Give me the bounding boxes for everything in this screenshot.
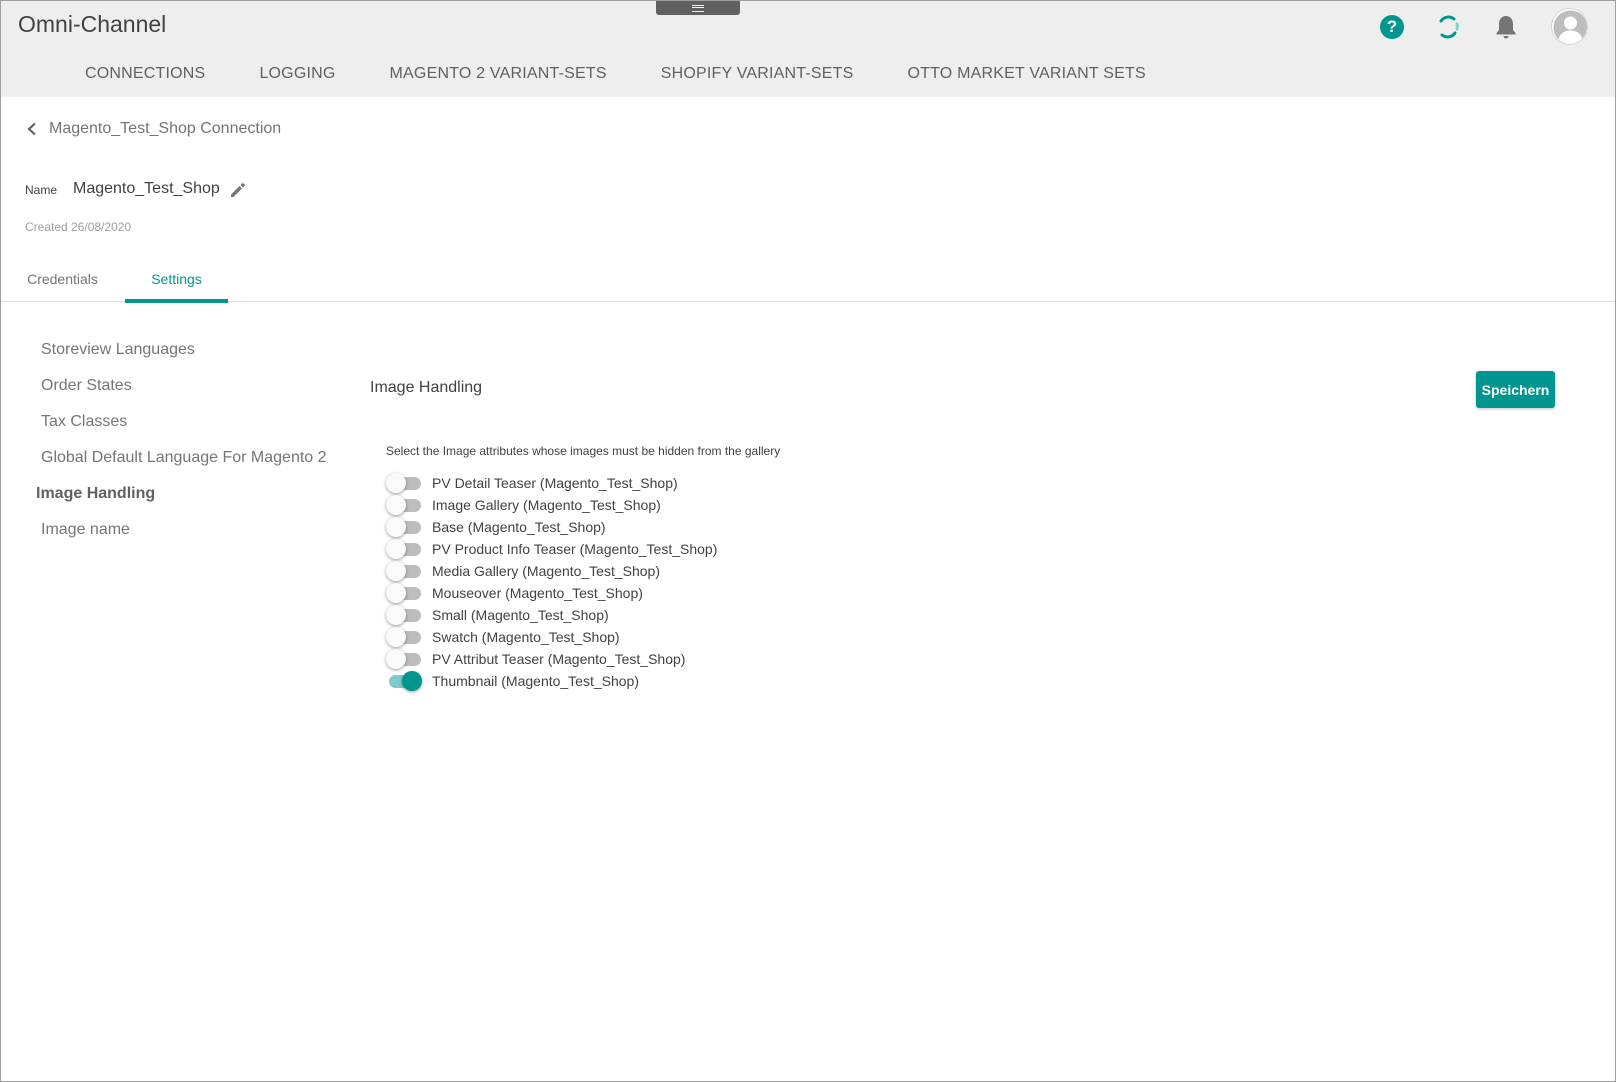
toggle-label: Media Gallery (Magento_Test_Shop)	[432, 563, 661, 579]
breadcrumb-title: Magento_Test_Shop Connection	[49, 120, 282, 137]
toggle-switch[interactable]	[386, 516, 424, 538]
tab-magento-2-variant-sets[interactable]: MAGENTO 2 VARIANT-SETS	[363, 51, 634, 97]
chevron-left-icon[interactable]	[22, 117, 42, 141]
toggle-switch[interactable]	[386, 472, 424, 494]
toggle-row: Mouseover (Magento_Test_Shop)	[386, 582, 717, 604]
tab-settings[interactable]: Settings	[125, 256, 228, 303]
toggle-switch[interactable]	[386, 494, 424, 516]
tab-otto-market-variant-sets[interactable]: OTTO MARKET VARIANT SETS	[881, 51, 1173, 97]
side-item-tax-classes[interactable]: Tax Classes	[36, 404, 346, 440]
main-tabs: CONNECTIONS LOGGING MAGENTO 2 VARIANT-SE…	[58, 51, 1173, 97]
tab-connections[interactable]: CONNECTIONS	[58, 51, 232, 97]
toggle-label: Swatch (Magento_Test_Shop)	[432, 629, 620, 645]
drawer-toggle[interactable]	[656, 1, 740, 15]
section-title: Image Handling	[370, 379, 483, 396]
toggle-label: PV Attribut Teaser (Magento_Test_Shop)	[432, 651, 686, 667]
image-attribute-toggles: PV Detail Teaser (Magento_Test_Shop) Ima…	[386, 472, 717, 692]
side-item-storeview-languages[interactable]: Storeview Languages	[36, 332, 346, 368]
instruction-text: Select the Image attributes whose images…	[386, 444, 781, 458]
toggle-label: PV Product Info Teaser (Magento_Test_Sho…	[432, 541, 718, 557]
toggle-switch[interactable]	[386, 538, 424, 560]
help-icon[interactable]: ?	[1376, 11, 1408, 43]
toggle-row: Swatch (Magento_Test_Shop)	[386, 626, 717, 648]
toggle-label: Mouseover (Magento_Test_Shop)	[432, 585, 643, 601]
tab-logging[interactable]: LOGGING	[232, 51, 362, 97]
pencil-icon[interactable]	[227, 179, 249, 201]
side-item-order-states[interactable]: Order States	[36, 368, 346, 404]
settings-side-nav: Storeview Languages Order States Tax Cla…	[36, 332, 346, 548]
detail-tabs: Credentials Settings	[1, 256, 1615, 303]
sync-icon[interactable]	[1432, 11, 1464, 43]
app-header: Omni-Channel ? CONNECTIONS LOGGING MAGEN…	[1, 1, 1615, 97]
toggle-switch[interactable]	[386, 582, 424, 604]
avatar[interactable]	[1551, 8, 1588, 45]
side-item-image-name[interactable]: Image name	[36, 512, 346, 548]
save-button[interactable]: Speichern	[1476, 371, 1555, 408]
toggle-row: Thumbnail (Magento_Test_Shop)	[386, 670, 717, 692]
side-item-image-handling[interactable]: Image Handling	[36, 476, 346, 512]
toggle-label: Image Gallery (Magento_Test_Shop)	[432, 497, 661, 513]
breadcrumb: Magento_Test_Shop Connection	[22, 117, 281, 141]
connection-name: Magento_Test_Shop	[73, 180, 220, 197]
bell-icon[interactable]	[1490, 11, 1522, 43]
toggle-row: Media Gallery (Magento_Test_Shop)	[386, 560, 717, 582]
toggle-switch[interactable]	[386, 648, 424, 670]
toggle-switch[interactable]	[386, 670, 424, 692]
tab-credentials[interactable]: Credentials	[1, 256, 124, 302]
toggle-switch[interactable]	[386, 626, 424, 648]
toggle-label: Thumbnail (Magento_Test_Shop)	[432, 673, 640, 689]
toggle-switch[interactable]	[386, 560, 424, 582]
name-label: Name	[25, 183, 58, 197]
created-date: Created 26/08/2020	[25, 220, 132, 234]
toggle-row: Image Gallery (Magento_Test_Shop)	[386, 494, 717, 516]
menu-icon	[692, 4, 704, 12]
tab-shopify-variant-sets[interactable]: SHOPIFY VARIANT-SETS	[634, 51, 881, 97]
toggle-row: PV Attribut Teaser (Magento_Test_Shop)	[386, 648, 717, 670]
toggle-switch[interactable]	[386, 604, 424, 626]
app-title: Omni-Channel	[18, 11, 167, 37]
side-item-global-default-language[interactable]: Global Default Language For Magento 2	[36, 440, 346, 476]
toggle-row: Base (Magento_Test_Shop)	[386, 516, 717, 538]
toggle-row: PV Product Info Teaser (Magento_Test_Sho…	[386, 538, 717, 560]
toggle-row: PV Detail Teaser (Magento_Test_Shop)	[386, 472, 717, 494]
toggle-label: PV Detail Teaser (Magento_Test_Shop)	[432, 475, 678, 491]
toggle-row: Small (Magento_Test_Shop)	[386, 604, 717, 626]
toggle-label: Small (Magento_Test_Shop)	[432, 607, 609, 623]
toggle-label: Base (Magento_Test_Shop)	[432, 519, 606, 535]
